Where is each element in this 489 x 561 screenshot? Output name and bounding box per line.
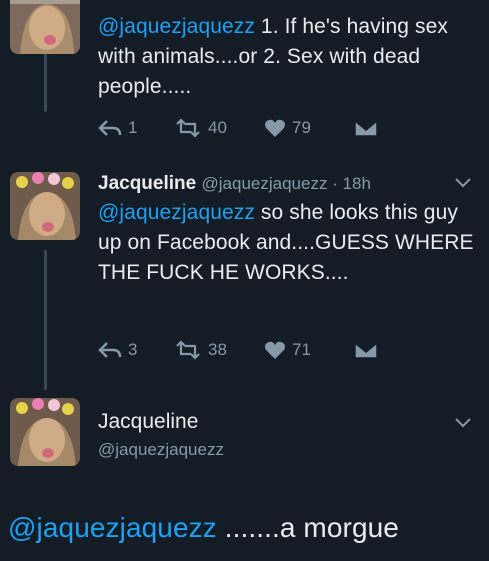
dm-button[interactable] (354, 341, 378, 359)
chevron-down-icon[interactable] (455, 418, 471, 428)
reply-count: 1 (128, 118, 138, 137)
mention-link[interactable]: @jaquezjaquezz (98, 201, 255, 224)
tweet-text: @jaquezjaquezz .......a morgue (8, 510, 478, 546)
avatar[interactable] (10, 0, 80, 54)
like-button[interactable]: 79 (264, 118, 354, 138)
reply-icon (98, 342, 122, 358)
retweet-icon (176, 118, 200, 138)
like-icon (265, 341, 285, 359)
tweet-text: @jaquezjaquezz 1. If he's having sex wit… (98, 12, 478, 102)
retweet-button[interactable]: 38 (174, 340, 264, 360)
display-name[interactable]: Jacqueline (98, 410, 224, 434)
tweet-text: @jaquezjaquezz so she looks this guy up … (98, 198, 478, 288)
reply-button[interactable]: 1 (98, 118, 174, 138)
retweet-button[interactable]: 40 (174, 118, 264, 138)
tweet-body: .......a morgue (216, 512, 399, 543)
reply-count: 3 (128, 340, 138, 359)
retweet-count: 38 (208, 340, 227, 359)
chevron-down-icon[interactable] (455, 178, 471, 188)
like-count: 71 (292, 340, 311, 359)
avatar[interactable] (10, 172, 80, 240)
thread-line (44, 250, 47, 390)
avatar[interactable] (10, 398, 80, 466)
like-count: 79 (292, 118, 311, 137)
tweet-header: Jacqueline @jaquezjaquezz (98, 410, 224, 462)
like-icon (265, 119, 285, 137)
mention-link[interactable]: @jaquezjaquezz (98, 15, 255, 38)
display-name[interactable]: Jacqueline (98, 173, 196, 194)
handle-and-time: @jaquezjaquezz · 18h (201, 174, 371, 193)
reply-button[interactable]: 3 (98, 340, 174, 360)
retweet-count: 40 (208, 118, 227, 137)
dm-button[interactable] (354, 119, 378, 137)
mention-link[interactable]: @jaquezjaquezz (8, 512, 217, 543)
tweet-actions: 3 38 71 (98, 340, 458, 360)
like-button[interactable]: 71 (264, 340, 354, 360)
dm-icon (354, 120, 378, 137)
tweet-header: Jacqueline @jaquezjaquezz · 18h (98, 172, 438, 196)
tweet-actions: 1 40 79 (98, 118, 458, 138)
handle: @jaquezjaquezz (98, 440, 224, 459)
reply-icon (98, 120, 122, 136)
dm-icon (354, 342, 378, 359)
retweet-icon (176, 340, 200, 360)
